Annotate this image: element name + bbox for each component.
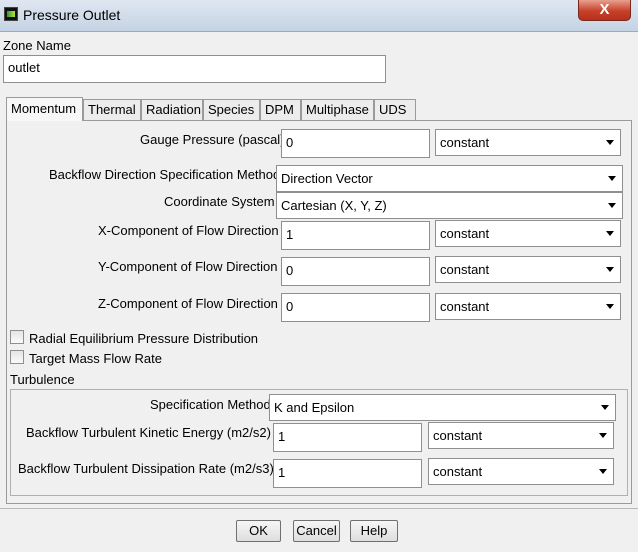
coordinate-system-label: Coordinate System	[164, 194, 275, 209]
cancel-button[interactable]: Cancel	[293, 520, 340, 542]
close-button[interactable]: X	[578, 0, 631, 21]
specification-method-select[interactable]: K and Epsilon	[269, 394, 616, 421]
gauge-pressure-method-select[interactable]: constant	[435, 129, 621, 156]
chevron-down-icon	[606, 231, 614, 236]
kinetic-energy-label: Backflow Turbulent Kinetic Energy (m2/s2…	[26, 425, 271, 440]
dissipation-rate-method-select[interactable]: constant	[428, 458, 614, 485]
x-component-method-select[interactable]: constant	[435, 220, 621, 247]
gauge-pressure-input[interactable]: 0	[281, 129, 430, 158]
gauge-pressure-label: Gauge Pressure (pascal)	[140, 132, 285, 147]
kinetic-energy-method-select[interactable]: constant	[428, 422, 614, 449]
z-component-method-select[interactable]: constant	[435, 293, 621, 320]
tab-radiation[interactable]: Radiation	[141, 99, 203, 120]
chevron-down-icon	[608, 203, 616, 208]
gauge-pressure-method-value: constant	[440, 135, 490, 150]
z-component-label: Z-Component of Flow Direction	[98, 296, 278, 311]
tab-species[interactable]: Species	[203, 99, 260, 120]
chevron-down-icon	[601, 405, 609, 410]
x-component-label: X-Component of Flow Direction	[98, 223, 279, 238]
turbulence-group-title: Turbulence	[10, 372, 75, 387]
y-component-label: Y-Component of Flow Direction	[98, 259, 278, 274]
chevron-down-icon	[608, 176, 616, 181]
title-bar: Pressure Outlet X	[0, 0, 638, 32]
kinetic-energy-method-value: constant	[433, 428, 483, 443]
tab-momentum[interactable]: Momentum	[6, 97, 83, 121]
tab-thermal[interactable]: Thermal	[83, 99, 141, 120]
backflow-direction-label: Backflow Direction Specification Method	[49, 167, 281, 182]
chevron-down-icon	[606, 267, 614, 272]
dissipation-rate-input[interactable]: 1	[273, 459, 422, 488]
x-component-input[interactable]: 1	[281, 221, 430, 250]
x-component-method-value: constant	[440, 226, 490, 241]
tab-multiphase[interactable]: Multiphase	[301, 99, 374, 120]
tab-dpm[interactable]: DPM	[260, 99, 301, 120]
zone-name-label: Zone Name	[3, 38, 71, 53]
y-component-input[interactable]: 0	[281, 257, 430, 286]
chevron-down-icon	[606, 304, 614, 309]
zone-name-input[interactable]: outlet	[3, 55, 386, 83]
ok-button[interactable]: OK	[236, 520, 281, 542]
coordinate-system-value: Cartesian (X, Y, Z)	[281, 198, 387, 213]
coordinate-system-select[interactable]: Cartesian (X, Y, Z)	[276, 192, 623, 219]
tab-uds[interactable]: UDS	[374, 99, 416, 120]
backflow-direction-value: Direction Vector	[281, 171, 373, 186]
target-mass-flow-label: Target Mass Flow Rate	[29, 351, 162, 366]
window-title: Pressure Outlet	[23, 7, 121, 23]
target-mass-flow-checkbox[interactable]	[10, 350, 24, 364]
y-component-method-value: constant	[440, 262, 490, 277]
help-button[interactable]: Help	[350, 520, 398, 542]
y-component-method-select[interactable]: constant	[435, 256, 621, 283]
chevron-down-icon	[599, 433, 607, 438]
chevron-down-icon	[599, 469, 607, 474]
z-component-input[interactable]: 0	[281, 293, 430, 322]
kinetic-energy-input[interactable]: 1	[273, 423, 422, 452]
chevron-down-icon	[606, 140, 614, 145]
specification-method-label: Specification Method	[150, 397, 271, 412]
radial-equilibrium-label: Radial Equilibrium Pressure Distribution	[29, 331, 259, 346]
dissipation-rate-label: Backflow Turbulent Dissipation Rate (m2/…	[18, 461, 274, 476]
app-icon	[4, 7, 18, 21]
footer-divider	[0, 508, 638, 509]
z-component-method-value: constant	[440, 299, 490, 314]
radial-equilibrium-checkbox[interactable]	[10, 330, 24, 344]
backflow-direction-select[interactable]: Direction Vector	[276, 165, 623, 192]
specification-method-value: K and Epsilon	[274, 400, 355, 415]
dissipation-rate-method-value: constant	[433, 464, 483, 479]
